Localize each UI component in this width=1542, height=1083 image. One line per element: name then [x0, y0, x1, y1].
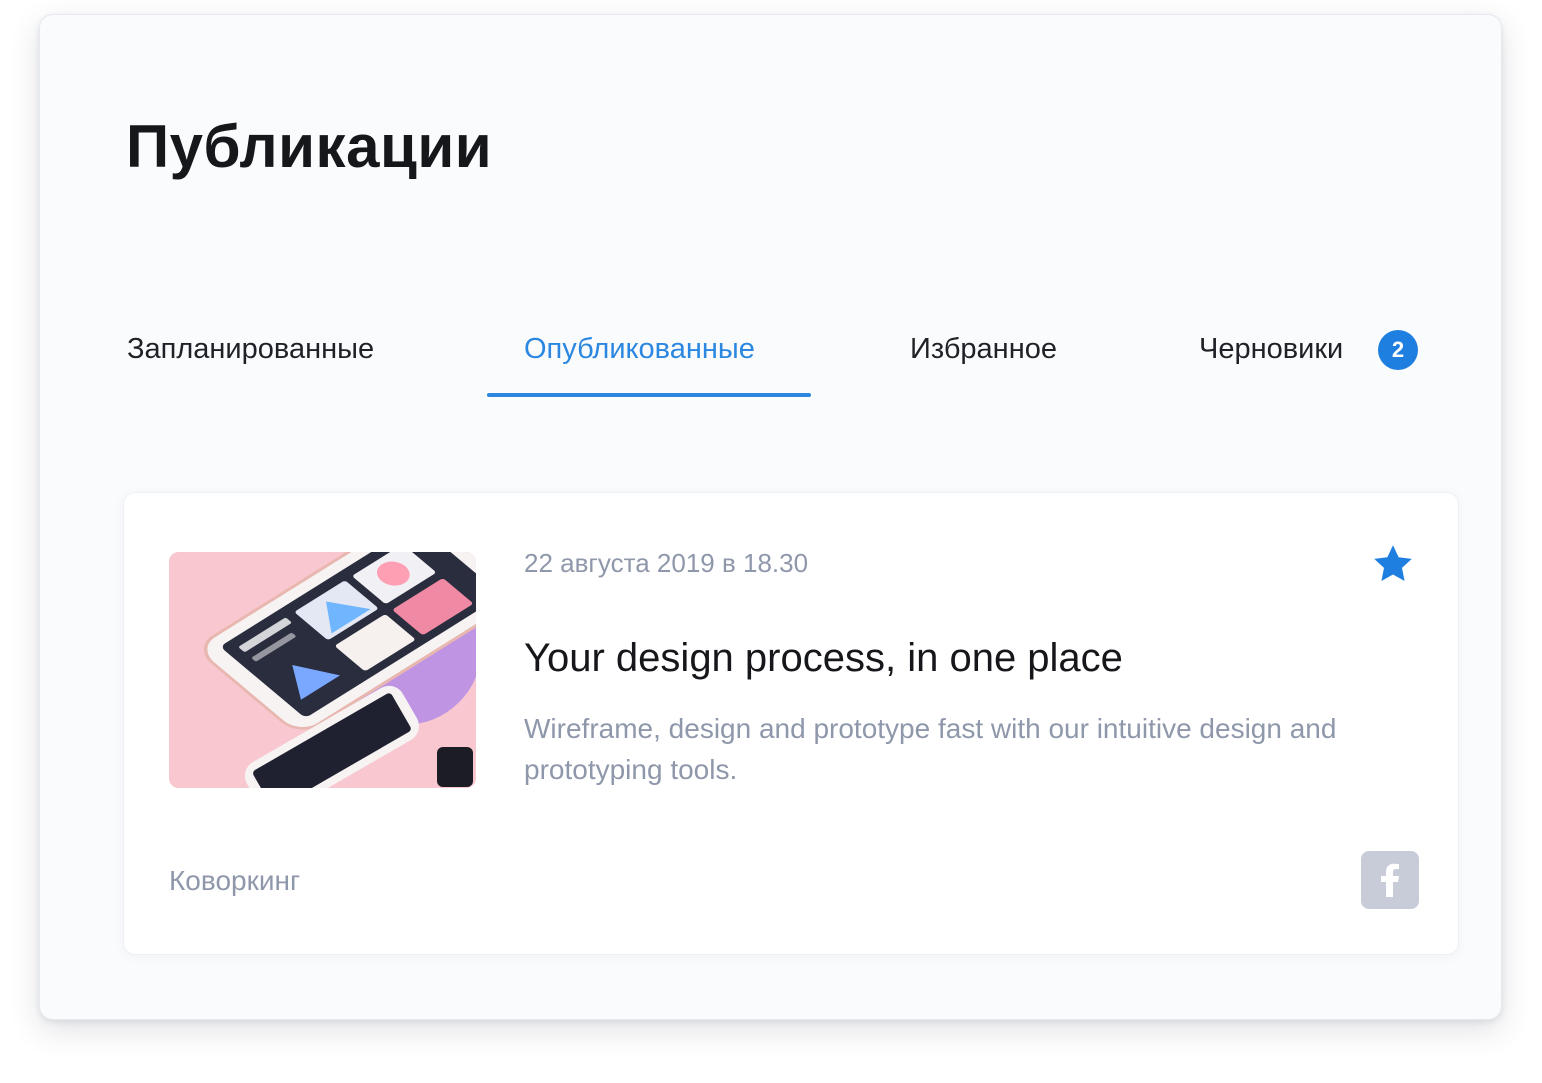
- facebook-icon: [1381, 863, 1399, 897]
- post-thumbnail: [169, 552, 476, 788]
- post-category: Коворкинг: [169, 865, 301, 896]
- tab-favorites[interactable]: Избранное: [910, 329, 1057, 369]
- facebook-share-button[interactable]: [1361, 851, 1419, 909]
- active-tab-indicator: [487, 393, 811, 397]
- tab-published[interactable]: Опубликованные: [524, 329, 755, 369]
- post-title[interactable]: Your design process, in one place: [524, 630, 1123, 686]
- phone-mockup-image: [169, 552, 476, 788]
- tab-scheduled[interactable]: Запланированные: [127, 329, 374, 369]
- post-date: 22 августа 2019 в 18.30: [524, 548, 809, 578]
- star-icon[interactable]: [1370, 541, 1416, 587]
- post-description: Wireframe, design and prototype fast wit…: [524, 713, 1337, 785]
- post-card[interactable]: 22 августа 2019 в 18.30 Your design proc…: [123, 492, 1459, 955]
- drafts-count-badge: 2: [1378, 330, 1418, 370]
- tab-bar: Запланированные Опубликованные Избранное…: [40, 315, 1501, 405]
- publications-panel: Публикации Запланированные Опубликованны…: [39, 14, 1502, 1020]
- page-title: Публикации: [126, 113, 493, 180]
- tab-drafts[interactable]: Черновики: [1199, 329, 1343, 369]
